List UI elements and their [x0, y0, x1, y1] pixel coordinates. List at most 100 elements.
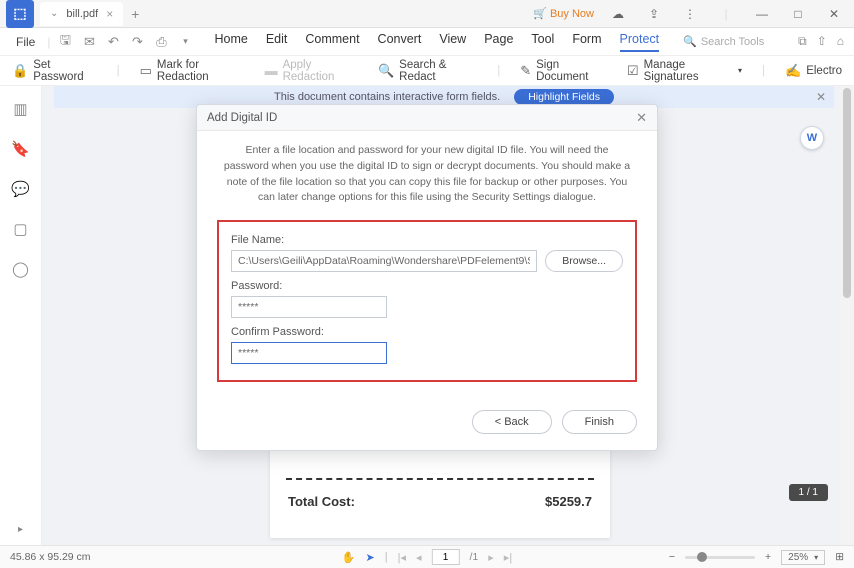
mark-redaction-button[interactable]: ▭ Mark for Redaction — [140, 59, 245, 83]
window-close-button[interactable]: ✕ — [822, 7, 846, 21]
upload-icon[interactable]: ⇧ — [817, 34, 827, 49]
dialog-close-button[interactable]: ✕ — [636, 110, 647, 126]
menu-protect[interactable]: Protect — [620, 32, 660, 52]
first-page-icon[interactable]: |◂ — [398, 551, 406, 564]
comments-icon[interactable]: 💬 — [11, 180, 30, 198]
bookmarks-icon[interactable]: 🔖 — [11, 140, 30, 158]
redo-icon[interactable]: ↷ — [128, 34, 146, 50]
file-name-input[interactable] — [231, 250, 537, 272]
cart-icon: 🛒 — [533, 7, 547, 20]
zoom-value: 25% — [788, 552, 808, 563]
minimize-button[interactable]: — — [750, 7, 774, 21]
word-export-badge[interactable]: W — [800, 126, 824, 150]
zoom-in-button[interactable]: + — [765, 551, 771, 563]
share-icon[interactable]: ⇪ — [642, 7, 666, 21]
maximize-button[interactable]: □ — [786, 7, 810, 21]
dashed-separator — [286, 478, 594, 480]
cloud-icon[interactable]: ☁ — [606, 7, 630, 21]
confirm-password-label: Confirm Password: — [231, 326, 623, 338]
menu-page[interactable]: Page — [484, 32, 513, 52]
file-menu[interactable]: File — [10, 33, 41, 51]
total-cost-value: $5259.7 — [545, 494, 592, 509]
apply-redaction-button: ▬ Apply Redaction — [265, 59, 358, 83]
divider: | — [762, 65, 765, 77]
titlebar: ⬚ ⌄ bill.pdf × + 🛒 Buy Now ☁ ⇪ ⋮ | — □ ✕ — [0, 0, 854, 28]
password-label: Password: — [231, 280, 623, 292]
set-password-button[interactable]: 🔒 Set Password — [12, 59, 97, 83]
save-icon[interactable]: 🖫 — [56, 31, 74, 53]
apply-redact-icon: ▬ — [265, 63, 278, 78]
divider: | — [714, 7, 738, 21]
thumbnails-icon[interactable]: ▥ — [13, 100, 27, 118]
page-nav: ✋ ➤ | |◂ ◂ /1 ▸ ▸| — [342, 549, 512, 565]
menu-convert[interactable]: Convert — [378, 32, 422, 52]
page-indicator: 1 / 1 — [789, 484, 828, 501]
menu-view[interactable]: View — [439, 32, 466, 52]
search-tools[interactable]: 🔍 Search Tools — [683, 35, 764, 48]
zoom-slider[interactable] — [685, 556, 755, 559]
print-icon[interactable]: ⎙ — [152, 34, 170, 50]
last-page-icon[interactable]: ▸| — [504, 551, 512, 564]
redact-icon: ▭ — [140, 63, 152, 79]
password-input[interactable] — [231, 296, 387, 318]
attachments-icon[interactable]: ▢ — [13, 220, 27, 238]
tab-title: bill.pdf — [66, 8, 98, 20]
lock-icon: 🔒 — [12, 63, 28, 79]
dialog-title: Add Digital ID — [207, 112, 277, 124]
browse-button[interactable]: Browse... — [545, 250, 623, 272]
menu-form[interactable]: Form — [572, 32, 601, 52]
zoom-select[interactable]: 25% ▾ — [781, 550, 825, 565]
document-tab[interactable]: ⌄ bill.pdf × — [40, 2, 123, 26]
vertical-scrollbar[interactable] — [840, 86, 854, 545]
dialog-description: Enter a file location and password for y… — [217, 143, 637, 220]
next-page-icon[interactable]: ▸ — [488, 551, 494, 564]
main-menu: Home Edit Comment Convert View Page Tool… — [214, 32, 659, 52]
total-cost-label: Total Cost: — [288, 494, 355, 509]
page-number-input[interactable] — [432, 549, 460, 565]
divider: | — [497, 65, 500, 77]
electronic-button[interactable]: ✍ Electro — [785, 63, 842, 79]
hand-tool-icon[interactable]: ✋ — [342, 551, 356, 564]
finish-button[interactable]: Finish — [562, 410, 637, 434]
manage-signatures-button[interactable]: ☑ Manage Signatures ▾ — [627, 59, 742, 83]
mail-icon[interactable]: ✉ — [80, 34, 98, 50]
menu-edit[interactable]: Edit — [266, 32, 288, 52]
sign-icon: ✎ — [520, 63, 531, 79]
undo-icon[interactable]: ↶ — [104, 34, 122, 50]
manage-signatures-label: Manage Signatures — [644, 59, 733, 83]
chevron-down-icon: ▾ — [738, 66, 742, 75]
open-external-icon[interactable]: ⧉ — [798, 34, 807, 49]
banner-close-icon[interactable]: ✕ — [816, 90, 826, 104]
buy-now-label: Buy Now — [550, 8, 594, 20]
page-total: /1 — [470, 551, 479, 563]
zoom-out-button[interactable]: − — [669, 551, 675, 563]
menu-home[interactable]: Home — [214, 32, 247, 52]
search-redact-icon: 🔍 — [378, 63, 394, 79]
home-icon[interactable]: ⌂ — [837, 34, 844, 49]
menu-tool[interactable]: Tool — [531, 32, 554, 52]
sign-document-button[interactable]: ✎ Sign Document — [520, 59, 607, 83]
expand-sidebar-icon[interactable]: ▸ — [18, 524, 23, 535]
close-icon[interactable]: × — [106, 7, 113, 21]
chevron-down-icon[interactable]: ▾ — [176, 36, 194, 47]
more-icon[interactable]: ⋮ — [678, 7, 702, 21]
signatures-icon: ☑ — [627, 63, 639, 79]
fit-page-icon[interactable]: ⊞ — [835, 551, 844, 563]
zoom-slider-thumb[interactable] — [697, 552, 707, 562]
back-button[interactable]: < Back — [472, 410, 552, 434]
new-tab-button[interactable]: + — [131, 6, 139, 22]
confirm-password-input[interactable] — [231, 342, 387, 364]
page-dimensions: 45.86 x 95.29 cm — [10, 551, 91, 563]
banner-text: This document contains interactive form … — [274, 91, 500, 103]
file-name-label: File Name: — [231, 234, 623, 246]
highlight-fields-button[interactable]: Highlight Fields — [514, 89, 614, 105]
buy-now-link[interactable]: 🛒 Buy Now — [533, 7, 594, 20]
set-password-label: Set Password — [33, 59, 96, 83]
search-redact-button[interactable]: 🔍 Search & Redact — [378, 59, 477, 83]
search-panel-icon[interactable]: ◯ — [12, 260, 29, 278]
select-tool-icon[interactable]: ➤ — [366, 551, 375, 564]
menubar: File | 🖫 ✉ ↶ ↷ ⎙ ▾ Home Edit Comment Con… — [0, 28, 854, 56]
scroll-thumb[interactable] — [843, 88, 851, 298]
prev-page-icon[interactable]: ◂ — [416, 551, 422, 564]
menu-comment[interactable]: Comment — [305, 32, 359, 52]
